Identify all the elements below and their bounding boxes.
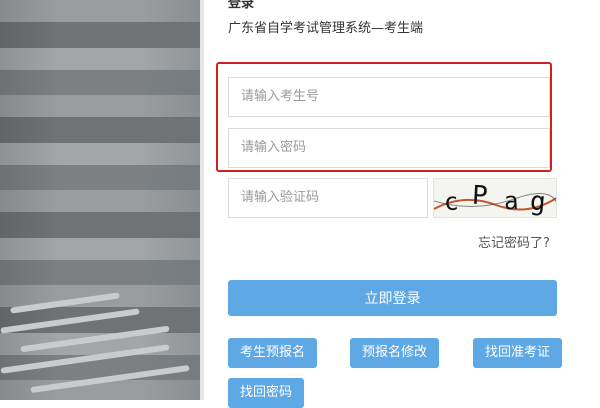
modify-pre-register-button[interactable]: 预报名修改 [350, 338, 440, 368]
captcha-char: g [529, 186, 547, 217]
retrieve-admission-ticket-button[interactable]: 找回准考证 [473, 338, 563, 368]
password-input[interactable]: 请输入密码 [228, 128, 550, 168]
login-button[interactable]: 立即登录 [228, 280, 557, 316]
candidate-number-placeholder: 请输入考生号 [241, 89, 320, 104]
pre-register-button[interactable]: 考生预报名 [228, 338, 318, 368]
captcha-image[interactable]: c P a g [433, 178, 557, 218]
panel-shade [0, 0, 60, 400]
password-placeholder: 请输入密码 [241, 140, 307, 155]
panel-divider [200, 0, 204, 400]
captcha-placeholder: 请输入验证码 [241, 190, 320, 205]
system-subtitle: 广东省自学考试管理系统—考生端 [228, 21, 424, 36]
captcha-char: c [443, 187, 459, 216]
captcha-char: P [471, 181, 488, 212]
page-title: 登录 [228, 0, 255, 11]
retrieve-password-button[interactable]: 找回密码 [228, 378, 305, 408]
candidate-number-input[interactable]: 请输入考生号 [228, 77, 550, 117]
captcha-char: a [503, 187, 519, 216]
captcha-input[interactable]: 请输入验证码 [228, 178, 428, 218]
background-photo-panel [0, 0, 200, 400]
forgot-password-link[interactable]: 忘记密码了? [478, 232, 550, 251]
